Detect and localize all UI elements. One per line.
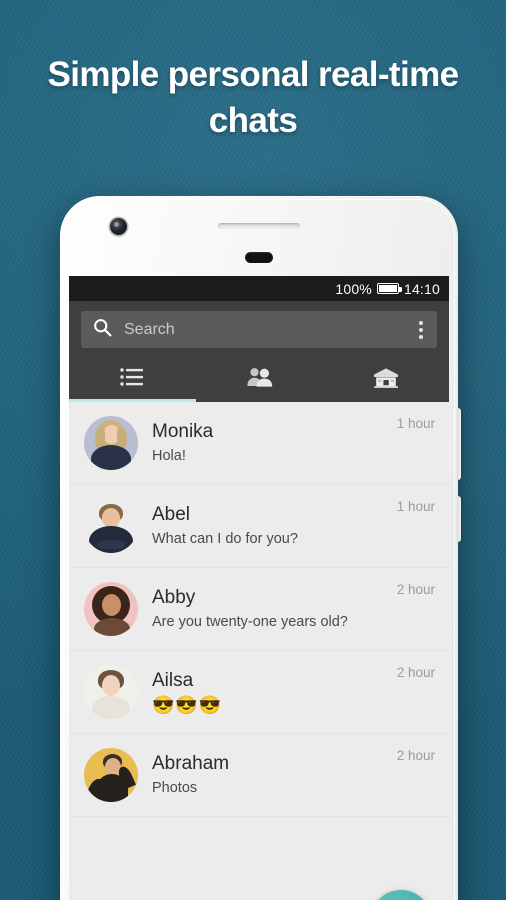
chat-list-item[interactable]: Ailsa 😎😎😎 2 hour [69,651,449,734]
battery-full-icon [376,283,402,294]
people-icon [246,367,273,392]
volume-button[interactable] [457,408,461,480]
chat-timestamp: 1 hour [396,499,435,514]
phone-screen: 100% 14:10 Search Monika Hola! 1 hour Ab… [69,276,449,900]
front-camera-icon [110,218,127,235]
chat-preview: Hola! [152,447,186,464]
chat-timestamp: 2 hour [396,665,435,680]
chat-timestamp: 2 hour [396,582,435,597]
app-bar: Search [69,301,449,357]
battery-percent-label: 100% [335,280,372,297]
chat-timestamp: 2 hour [396,748,435,763]
chat-timestamp: 1 hour [396,416,435,431]
avatar [84,748,138,802]
chat-name: Ailsa [152,669,194,691]
avatar [84,665,138,719]
avatar [84,416,138,470]
phone-mockup: 100% 14:10 Search Monika Hola! 1 hour Ab… [60,196,461,900]
search-icon [92,317,113,343]
clock-label: 14:10 [403,280,440,297]
chat-text-block: Abel What can I do for you? [152,503,383,550]
chat-name: Abby [152,586,196,608]
chat-list[interactable]: Monika Hola! 1 hour Abel What can I do f… [69,402,449,900]
tab-chats[interactable] [69,357,196,402]
new-chat-fab[interactable] [371,890,431,900]
tab-contacts[interactable] [196,357,323,402]
promo-screenshot: Simple personal real-time chats 100% 14:… [0,0,506,900]
status-bar: 100% 14:10 [69,276,449,301]
search-input[interactable]: Search [81,311,437,348]
chat-list-item[interactable]: Abel What can I do for you? 1 hour [69,485,449,568]
chat-list-item[interactable]: Abby Are you twenty-one years old? 2 hou… [69,568,449,651]
chat-name: Monika [152,420,214,442]
chat-preview: What can I do for you? [152,530,298,547]
tab-rooms[interactable] [322,357,449,402]
avatar [84,499,138,553]
chat-text-block: Abby Are you twenty-one years old? [152,586,383,633]
power-button[interactable] [457,496,461,542]
chat-text-block: Abraham Photos [152,752,383,799]
list-icon [120,367,144,392]
proximity-sensor [245,252,273,263]
chat-list-item[interactable]: Monika Hola! 1 hour [69,402,449,485]
chat-text-block: Monika Hola! [152,420,383,467]
chat-preview: 😎😎😎 [152,694,223,715]
overflow-menu-icon[interactable] [411,317,431,343]
search-placeholder-label: Search [124,320,175,338]
chat-list-item[interactable]: Abraham Photos 2 hour [69,734,449,817]
building-icon [373,367,399,393]
avatar [84,582,138,636]
tab-bar [69,357,449,402]
chat-preview: Are you twenty-one years old? [152,613,348,630]
chat-preview: Photos [152,779,198,796]
earpiece-speaker [218,223,300,229]
chat-name: Abraham [152,752,230,774]
promo-headline: Simple personal real-time chats [47,55,460,140]
chat-text-block: Ailsa 😎😎😎 [152,669,383,716]
chat-name: Abel [152,503,191,525]
